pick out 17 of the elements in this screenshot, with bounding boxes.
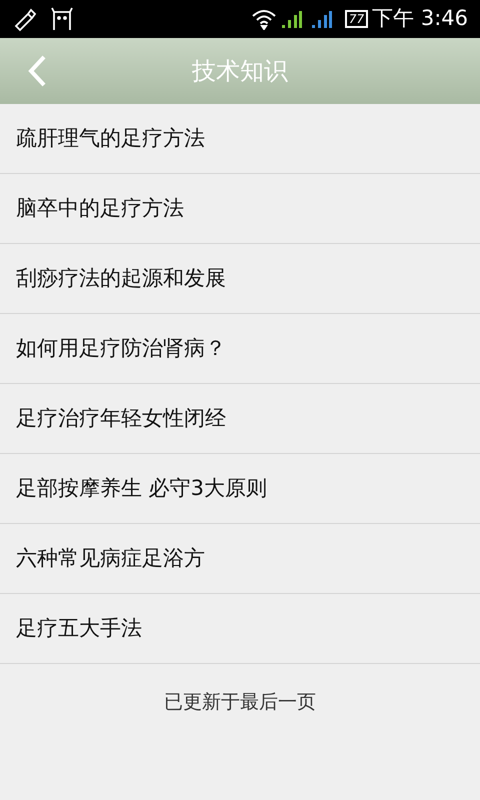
list-item[interactable]: 足疗五大手法: [0, 594, 480, 664]
wifi-icon: [250, 8, 277, 30]
device-icon: [50, 6, 74, 32]
list-item[interactable]: 足部按摩养生 必守3大原则: [0, 454, 480, 524]
list-item[interactable]: 足疗治疗年轻女性闭经: [0, 384, 480, 454]
end-of-list-text: 已更新于最后一页: [164, 690, 316, 715]
list-item[interactable]: 如何用足疗防治肾病？: [0, 314, 480, 384]
list-item[interactable]: 刮痧疗法的起源和发展: [0, 244, 480, 314]
signal-icon: [310, 9, 333, 29]
list-item[interactable]: 六种常见病症足浴方: [0, 524, 480, 594]
page-title: 技术知识: [192, 56, 288, 87]
pen-icon: [12, 6, 38, 32]
signal-icon: [280, 9, 303, 29]
list-item[interactable]: 脑卒中的足疗方法: [0, 174, 480, 244]
list-item[interactable]: 疏肝理气的足疗方法: [0, 104, 480, 174]
clock: 下午 3:46: [372, 5, 468, 32]
battery-indicator: 77: [344, 10, 368, 28]
